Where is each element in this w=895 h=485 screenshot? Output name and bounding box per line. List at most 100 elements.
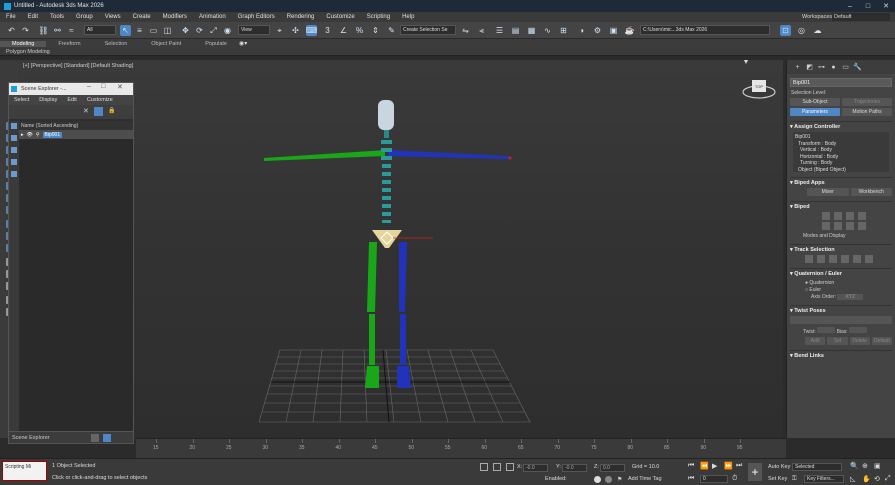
scene-explorer-footer-label[interactable]: Scene Explorer [12,435,50,441]
move-icon[interactable]: ✥ [180,25,191,36]
scene-explorer-titlebar[interactable]: Scene Explorer -... – □ ✕ [9,83,133,95]
select-object-icon[interactable]: ↖ [120,25,131,36]
set-key-big-icon[interactable]: + [748,463,762,481]
go-to-end-icon[interactable]: ⏭ [736,462,742,470]
render-setup-icon[interactable]: ⚙ [592,25,603,36]
filter-helpers-icon[interactable] [11,171,17,177]
create-tab-icon[interactable]: + [793,64,802,71]
menu-create[interactable]: Create [127,14,157,20]
material-editor-icon[interactable]: ◑ [576,25,587,36]
track-selection-rollout[interactable]: ▾ Track Selection [790,244,892,253]
ribbon-options-icon[interactable]: ◉▾ [239,40,247,47]
timeline[interactable]: 15 20 25 30 35 40 45 50 55 60 65 70 75 80 85 90 95 [136,438,786,458]
se-menu-select[interactable]: Select [9,97,34,103]
current-frame-field[interactable]: 0 [700,475,728,483]
reference-coordinate-dropdown[interactable]: View [238,25,270,35]
axis-order-dropdown[interactable]: XYZ [837,294,864,300]
filter-icon[interactable] [94,107,103,116]
percent-snap-icon[interactable]: % [354,25,365,36]
undo-icon[interactable]: ↶ [6,25,17,36]
ribbon-subpanel[interactable]: Polygon Modeling [0,48,895,56]
isolate-selection-icon[interactable] [480,463,488,471]
mixer-button[interactable]: Mixer [807,188,849,196]
edit-named-selection-icon[interactable]: ✎ [386,25,397,36]
pivot-center-icon[interactable]: ⌖ [274,25,285,36]
opposite-icon[interactable] [865,255,873,263]
project-path-field[interactable]: C:\Users\mic...3ds Max 2026 [640,25,770,35]
set-key-button[interactable]: Set Key [768,476,787,482]
named-selection-sets-dropdown[interactable]: Create Selection Se [400,25,456,35]
name-column-header[interactable]: Name (Sorted Ascending) [19,121,133,130]
key-mode-dropdown[interactable]: Selected [792,463,842,471]
minimize-button[interactable]: – [841,0,859,12]
key-filter-icon[interactable]: ⚿ [792,476,797,483]
modes-display-rollout[interactable]: Modes and Display [803,233,895,239]
scene-explorer-maximize-button[interactable]: □ [101,83,105,90]
tab-freeform[interactable]: Freeform [46,41,92,47]
menu-help[interactable]: Help [396,14,420,20]
place-icon[interactable]: ◉ [222,25,233,36]
field-of-view-icon[interactable]: ◺ [850,475,855,483]
zoom-extents-icon[interactable]: ▣ [874,462,881,470]
zoom-icon[interactable]: 🔍 [850,462,859,470]
biped-apps-rollout[interactable]: ▾ Biped Apps [790,177,892,186]
toggle-ribbon-icon[interactable]: ▦ [526,25,537,36]
lock-com-icon[interactable] [841,255,849,263]
menu-views[interactable]: Views [99,14,127,20]
curve-editor-icon[interactable]: ∿ [542,25,553,36]
select-by-name-icon[interactable]: ≡ [134,25,145,36]
rectangular-selection-icon[interactable]: ▭ [148,25,159,36]
menu-file[interactable]: File [0,14,22,20]
tab-object-paint[interactable]: Object Paint [139,41,193,47]
snaps-toggle-icon[interactable]: 3 [322,25,333,36]
keyboard-shortcut-override-icon[interactable]: ⌨ [306,25,317,36]
assign-controller-rollout[interactable]: ▾ Assign Controller [790,121,892,130]
filter-lights-icon[interactable] [11,147,17,153]
visibility-eye-icon[interactable]: 👁 [27,132,33,138]
object-name-field[interactable]: Bip001 [790,78,892,87]
symmetrical-icon[interactable] [853,255,861,263]
utilities-tab-icon[interactable]: 🔧 [853,63,862,71]
sub-object-button[interactable]: Sub-Object [790,98,840,106]
unlink-icon[interactable]: ⚯ [52,25,63,36]
rendered-frame-window-icon[interactable]: ▣ [608,25,619,36]
rotate-icon[interactable]: ⟳ [194,25,205,36]
filter-geometry-icon[interactable] [11,123,17,129]
next-frame-icon[interactable]: ⏩ [724,462,733,470]
bend-links-rollout[interactable]: ▾ Bend Links [790,350,892,359]
workbench-button[interactable]: Workbench [850,188,892,196]
delete-twist-pose-button[interactable]: Delete [849,337,870,345]
body-vertical-icon[interactable] [817,255,825,263]
tab-modeling[interactable]: Modeling [0,40,47,47]
motion-tab-icon[interactable]: ● [829,64,838,71]
convert-icon[interactable] [846,222,854,230]
filter-cameras-icon[interactable] [11,159,17,165]
maxscript-listener[interactable]: Scripting Mi [2,461,47,481]
quaternion-radio[interactable]: ● Quaternion [805,280,895,286]
menu-animation[interactable]: Animation [193,14,232,20]
se-menu-customize[interactable]: Customize [82,97,118,103]
motion-paths-button[interactable]: Motion Paths [842,108,892,116]
hierarchy-tab-icon[interactable]: ⊶ [817,63,826,71]
play-icon[interactable]: ▶ [712,462,717,470]
menu-rendering[interactable]: Rendering [281,14,321,20]
menu-tools[interactable]: Tools [44,14,70,20]
selection-lock-icon[interactable] [493,463,501,471]
move-all-mode-icon[interactable] [858,222,866,230]
zoom-all-icon[interactable]: ⊕ [862,462,868,470]
key-filters-button[interactable]: Key Filters... [804,475,844,483]
key-mode-icon[interactable]: ⏮ [688,475,694,483]
body-horizontal-icon[interactable] [805,255,813,263]
add-time-tag-button[interactable]: Add Time Tag [628,476,662,482]
display-tab-icon[interactable]: ▭ [841,63,850,71]
lock-icon[interactable]: 🔒 [108,107,115,114]
euler-radio[interactable]: ○ Euler [805,287,895,293]
menu-group[interactable]: Group [70,14,99,20]
spinner-snap-icon[interactable]: ⇕ [370,25,381,36]
menu-customize[interactable]: Customize [320,14,360,20]
maximize-viewport-icon[interactable]: ⤢ [885,475,891,483]
body-rotation-icon[interactable] [829,255,837,263]
adaptive-degradation-icon[interactable] [605,476,612,483]
close-button[interactable]: ✕ [877,0,895,12]
scale-icon[interactable]: ⤢ [208,25,219,36]
